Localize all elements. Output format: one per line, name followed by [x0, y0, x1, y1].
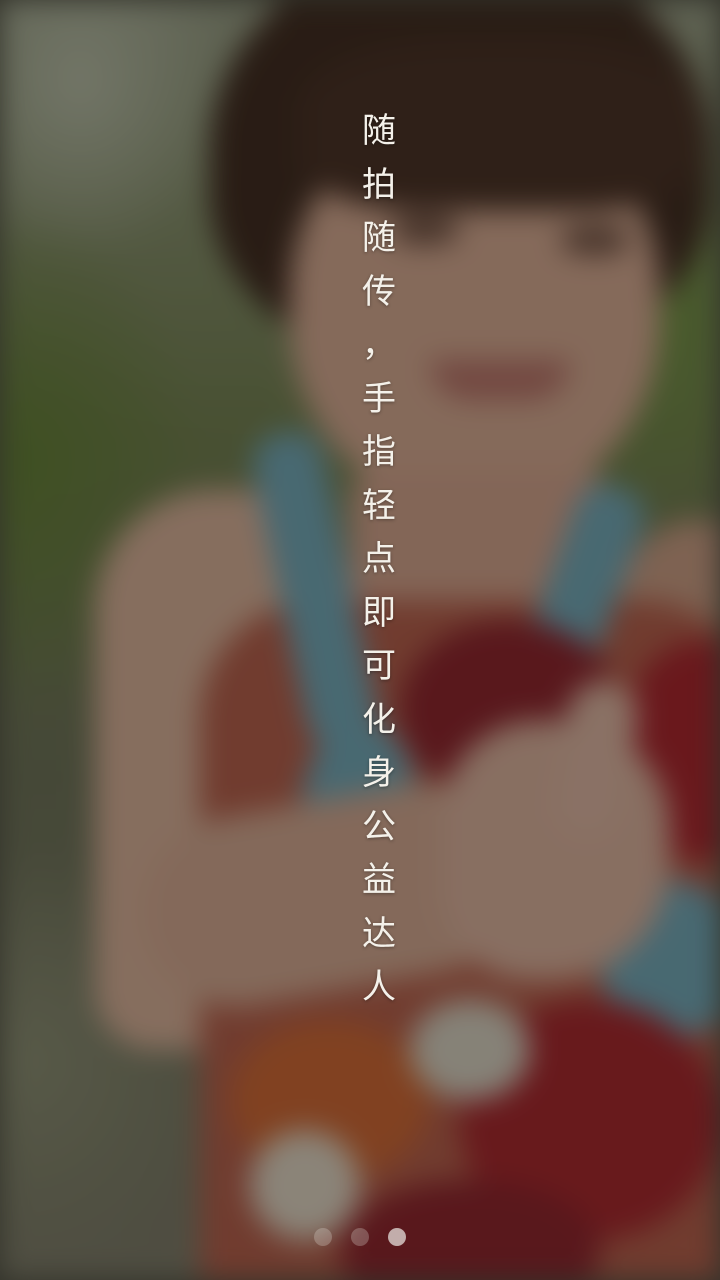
vertical-tagline: 随拍随传，手指轻点即可化身公益达人 [358, 105, 400, 1015]
tagline-char: 随 [362, 111, 396, 151]
tagline-char: 拍 [362, 164, 396, 205]
tagline-char: 指 [362, 432, 396, 472]
page-dot-active[interactable] [388, 1228, 406, 1246]
tagline-char: 轻 [362, 485, 396, 526]
tagline-char: 即 [362, 592, 396, 633]
tagline-char: 公 [362, 806, 396, 847]
page-dot[interactable] [351, 1228, 369, 1246]
page-dot[interactable] [314, 1228, 332, 1246]
tagline-char: 可 [362, 646, 396, 686]
page-indicator [0, 1228, 720, 1248]
tagline-char: 达 [362, 913, 396, 954]
tagline-char: 益 [362, 860, 396, 900]
tagline-char: 传 [362, 271, 396, 312]
tagline-char: 点 [362, 539, 396, 579]
tagline-char: 身 [362, 753, 396, 793]
tagline-char: 化 [362, 699, 396, 740]
tagline-char: 随 [362, 218, 396, 258]
tagline-char: 人 [362, 967, 396, 1007]
tagline-char: ， [362, 325, 396, 365]
onboarding-screen[interactable]: 随拍随传，手指轻点即可化身公益达人 [0, 0, 720, 1280]
tagline-char: 手 [362, 378, 396, 419]
